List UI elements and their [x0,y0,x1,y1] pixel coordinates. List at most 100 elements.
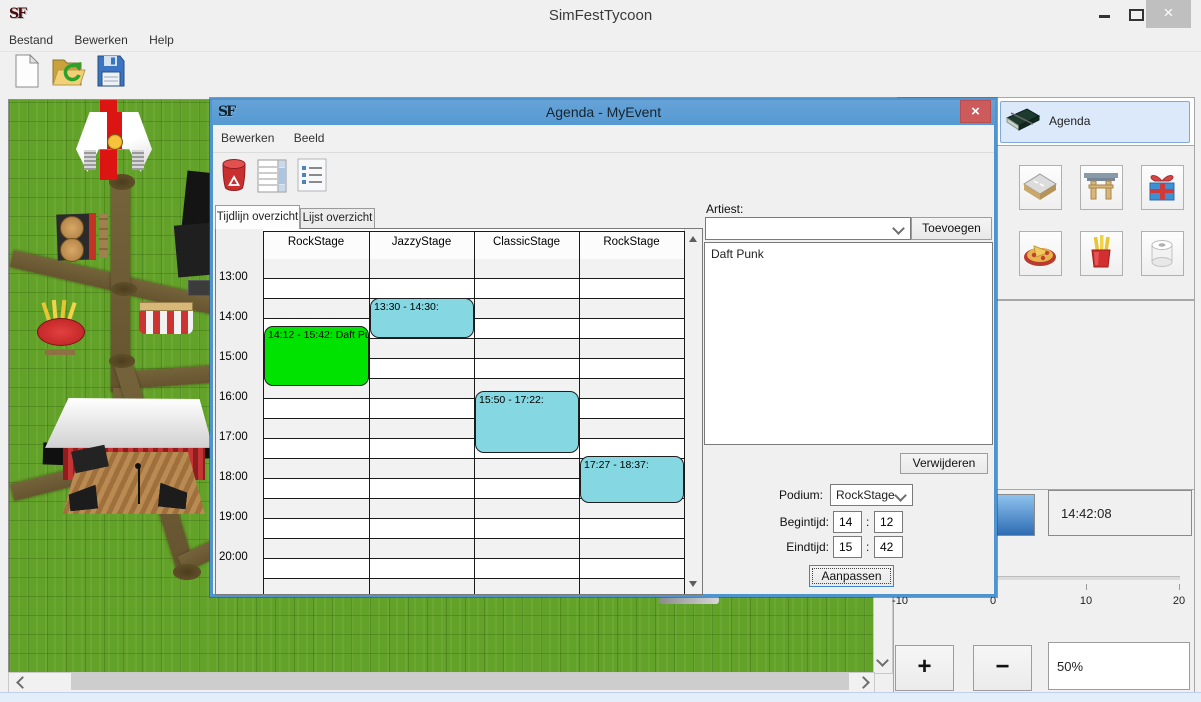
slider-tick [1179,584,1180,590]
shop-button-toilet-paper[interactable] [1141,231,1184,276]
dialog-menu-beeld[interactable]: Beeld [286,126,333,150]
eindtijd-label: Eindtijd: [733,540,829,554]
timeline-view-button[interactable] [255,158,289,196]
column-line [684,231,685,594]
scroll-up-icon[interactable] [689,236,697,242]
burger-stand [55,212,109,262]
timeline-view-icon [257,158,287,194]
end-hour-input[interactable] [833,536,862,558]
begin-minute-input[interactable] [874,511,903,533]
scroll-right-icon[interactable] [857,676,870,689]
open-file-icon [51,54,87,88]
window-title: SimFestTycoon [0,7,1201,24]
column-line [579,231,580,594]
pizza-icon [1020,232,1060,272]
time-label: 20:00 [219,551,261,563]
time-label: 13:00 [219,271,261,283]
new-file-icon [14,54,40,88]
time-label: 19:00 [219,511,261,523]
shop-button-pizza[interactable] [1019,231,1062,276]
dialog-title: Agenda - MyEvent [212,104,995,120]
map-horizontal-scrollbar[interactable] [8,672,875,693]
podium-label: Podium: [733,488,823,502]
dialog-menu-bar: Bewerken Beeld [213,126,994,153]
tent [76,112,152,172]
apply-button[interactable]: Aanpassen [809,565,894,587]
dialog-menu-bewerken[interactable]: Bewerken [213,126,282,150]
podium-combobox[interactable]: RockStage [830,484,913,506]
begintijd-label: Begintijd: [733,515,829,529]
schedule-event[interactable]: 17:27 - 18:37: [580,456,684,503]
chevron-down-icon [892,222,905,235]
zoom-out-button[interactable]: − [973,645,1032,691]
shop-button-stage-tile[interactable] [1019,165,1062,210]
shop-button-torii-gate[interactable] [1080,165,1123,210]
scroll-down-icon[interactable] [876,654,889,667]
time-label: 17:00 [219,431,261,443]
remove-artist-button[interactable]: Verwijderen [900,453,988,474]
time-label: 15:00 [219,351,261,363]
stage-tile-icon [1020,166,1060,206]
schedule-event[interactable]: 13:30 - 14:30: [370,298,474,338]
artist-combobox[interactable] [705,217,911,240]
dialog-close-button[interactable]: × [960,100,991,123]
menu-bewerken[interactable]: Bewerken [65,30,136,50]
play-button[interactable] [995,494,1035,536]
distant-structure [659,596,719,604]
fries-icon [1081,232,1121,272]
add-artist-button[interactable]: Toevoegen [911,217,992,240]
time-separator: : [866,540,869,554]
list-view-icon [297,158,327,192]
dialog-titlebar[interactable]: SF Agenda - MyEvent × [212,100,995,125]
dialog-toolbar [213,153,994,201]
path-junction [173,564,201,580]
shop-button-fries[interactable] [1080,231,1123,276]
schedule-event[interactable]: 14:12 - 15:42: Daft Punk [264,326,369,386]
torii-gate-icon [1081,166,1121,206]
scroll-down-icon[interactable] [689,581,697,587]
striped-stand [139,302,193,336]
list-view-button[interactable] [295,158,329,196]
begin-hour-input[interactable] [833,511,862,533]
close-button[interactable]: × [1146,0,1191,28]
zoom-in-button[interactable]: + [895,645,954,691]
path-junction [111,282,137,296]
menu-bar: Bestand Bewerken Help [0,30,1201,52]
path-junction [109,354,135,368]
main-toolbar [0,52,1201,96]
schedule-event[interactable]: 15:50 - 17:22: [475,391,579,452]
column-line [263,231,264,594]
agenda-dialog: SF Agenda - MyEvent × Bewerken Beeld [210,98,997,597]
slider-tick [1086,584,1087,590]
main-stage [37,397,213,517]
scrollbar-thumb[interactable] [71,673,849,690]
tab-lijst-overzicht[interactable]: Lijst overzicht [300,208,375,229]
window-titlebar: SF SimFestTycoon × [0,0,1201,30]
end-minute-input[interactable] [874,536,903,558]
column-header-classicstage: ClassicStage [474,236,579,248]
game-clock: 14:42:08 [1048,490,1192,536]
minimize-button[interactable] [1090,6,1118,24]
gift-icon [1142,166,1182,206]
sidebar-item-agenda[interactable]: Agenda [1000,101,1190,143]
save-file-button[interactable] [92,54,130,94]
artist-list-item[interactable]: Daft Punk [705,243,992,265]
menu-bestand[interactable]: Bestand [0,30,62,50]
menu-help[interactable]: Help [140,30,183,50]
sidebar-item-label: Agenda [1049,114,1090,128]
scroll-left-icon[interactable] [16,676,29,689]
column-header-jazzystage: JazzyStage [369,236,474,248]
artist-listbox[interactable]: Daft Punk [704,242,993,445]
tab-tijdlijn-overzicht[interactable]: Tijdlijn overzicht [215,205,300,229]
column-header-rockstage: RockStage [579,236,684,248]
time-label: 14:00 [219,311,261,323]
shop-button-gift[interactable] [1141,165,1184,210]
delete-trash-button[interactable] [217,158,251,196]
new-file-button[interactable] [8,54,46,94]
time-label: 18:00 [219,471,261,483]
trash-icon [220,158,248,194]
schedule-scrollbar[interactable] [684,229,702,594]
open-file-button[interactable] [50,54,88,94]
schedule-table[interactable]: RockStageJazzyStageClassicStageRockStage… [215,228,703,595]
zoom-level-display: 50% [1048,642,1190,690]
